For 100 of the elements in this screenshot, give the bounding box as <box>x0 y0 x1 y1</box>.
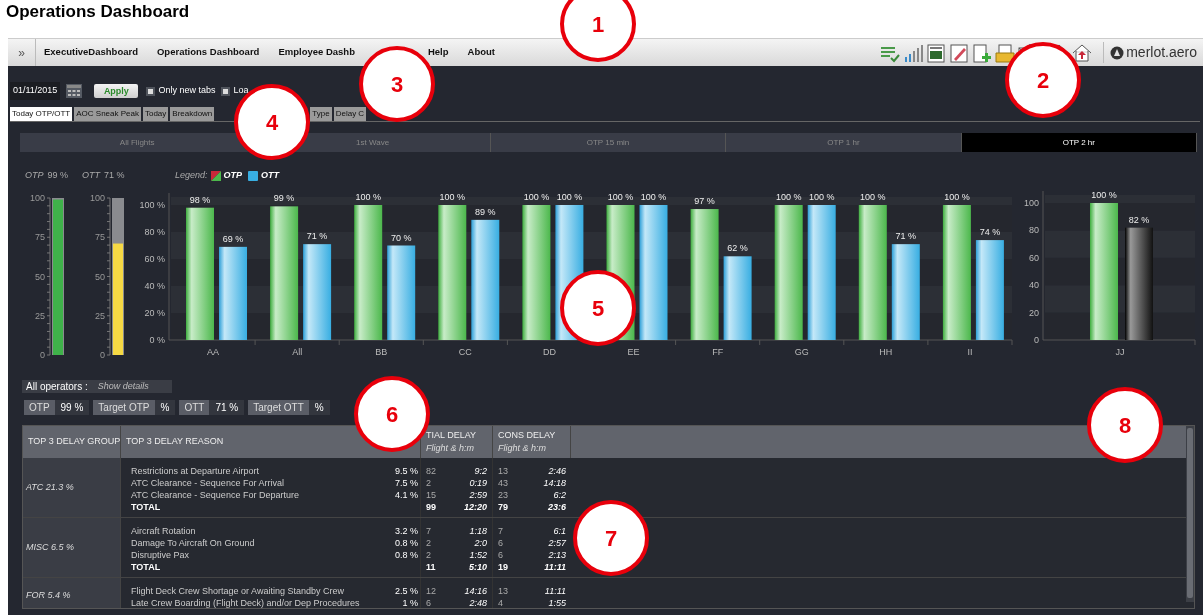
gauge-reading: 99 % <box>47 169 69 183</box>
calendar-icon[interactable] <box>66 84 83 98</box>
delay-reason: Damage To Aircraft On Ground <box>131 537 255 549</box>
bar-value-label: 71 % <box>306 231 328 242</box>
delay-reason: ATC Clearance - Sequence For Arrival <box>131 477 284 489</box>
axis-tick-label: 0 % <box>149 335 165 345</box>
delay-time: 6:1 <box>553 525 566 537</box>
bar-value-label: 100 % <box>523 192 550 202</box>
bar-value-label: 100 % <box>775 192 802 202</box>
gauge-label: OTP <box>25 169 44 183</box>
axis-tick-label: 80 <box>1029 225 1039 236</box>
category-label: BB <box>375 347 388 357</box>
menu-item[interactable]: ExecutiveDashboard <box>44 45 138 60</box>
option-label: Loa <box>233 84 249 98</box>
bar-value-label: 70 % <box>390 232 412 243</box>
axis-tick-label: 40 % <box>144 281 165 291</box>
flight-count: 23 <box>498 489 508 501</box>
delay-time: 12:20 <box>463 501 487 513</box>
bar-value-label: 74 % <box>979 227 1001 238</box>
gauge-tick-label: 50 <box>95 271 105 282</box>
bar-value-label: 97 % <box>694 196 715 207</box>
edit-document-icon[interactable] <box>949 42 970 63</box>
gauge-tick-label: 50 <box>35 271 45 282</box>
menu-item[interactable]: Operations Dashboard <box>157 45 260 60</box>
delay-time: 11:11 <box>544 585 566 597</box>
spreadsheet-icon[interactable] <box>926 42 947 63</box>
category-label: HH <box>879 347 893 357</box>
flight-count: 7 <box>426 525 431 537</box>
flight-count: 11 <box>426 561 436 573</box>
delay-group: FOR 5.4 % <box>26 588 71 603</box>
checkbox[interactable] <box>221 86 231 96</box>
delay-time: 0:19 <box>469 477 487 489</box>
stat-value: 99 % <box>59 401 85 415</box>
checkbox[interactable] <box>146 86 156 96</box>
delay-time: 1:55 <box>548 597 566 608</box>
axis-tick-label: 60 % <box>144 254 165 264</box>
delay-share: 3.2 % <box>395 525 418 537</box>
tab[interactable]: Type <box>310 107 332 121</box>
tab[interactable]: Delay C <box>333 107 367 121</box>
category-label: AA <box>207 347 220 357</box>
flight-count: 19 <box>498 561 508 573</box>
bar-value-label: 100 % <box>439 192 466 202</box>
category-label: JJ <box>1115 347 1125 357</box>
gauge-tick-label: 25 <box>95 310 105 321</box>
flight-count: 13 <box>498 465 508 477</box>
stat-value: % <box>159 401 171 415</box>
add-document-icon[interactable] <box>972 42 993 63</box>
category-label: FF <box>712 347 724 357</box>
delay-time: 2:0 <box>474 537 487 549</box>
delay-share: 1 % <box>402 597 418 608</box>
flight-count: 6 <box>426 597 431 608</box>
delay-share: 0.8 % <box>395 537 418 549</box>
gauge-label: OTT <box>82 169 101 183</box>
gauge-tick-label: 100 <box>29 193 45 203</box>
axis-tick-label: 80 % <box>144 227 165 237</box>
stat-label: Target OTT <box>248 400 309 415</box>
delay-group: ATC 21.3 % <box>26 480 74 495</box>
delay-time: 2:57 <box>548 537 566 549</box>
home-upload-icon[interactable] <box>1072 42 1093 63</box>
signal-icon[interactable] <box>903 42 924 63</box>
menu-item[interactable]: About <box>467 45 495 60</box>
column-title: TOP 3 DELAY REASON <box>126 435 225 449</box>
delay-time: 6:2 <box>553 489 566 501</box>
flight-count: 2 <box>426 549 431 561</box>
filter-tab[interactable]: OTP 2 hr <box>961 133 1198 152</box>
tab[interactable]: AOC Sneak Peak <box>74 107 141 121</box>
gauge-tick-label: 0 <box>100 350 105 360</box>
inbox-icon[interactable] <box>995 42 1016 63</box>
flight-count: 2 <box>426 537 431 549</box>
tab[interactable]: Today <box>142 107 169 121</box>
axis-tick-label: 40 <box>1029 280 1039 291</box>
scrollbar[interactable] <box>1186 426 1194 602</box>
delay-share: 0.8 % <box>395 549 418 561</box>
delay-time: 2:46 <box>548 465 566 477</box>
delay-reason: Flight Deck Crew Shortage or Awaiting Standby Crew <box>131 585 344 597</box>
gauge-tick-label: 75 <box>35 232 45 243</box>
flight-count: 6 <box>498 537 503 549</box>
date-field[interactable]: 01/11/2015 <box>10 82 61 100</box>
axis-tick-label: 60 <box>1029 252 1039 263</box>
tab[interactable]: Breakdown <box>170 107 215 121</box>
delay-time: 2:48 <box>469 597 487 608</box>
delay-time: 5:10 <box>469 561 487 573</box>
delay-time: 23:6 <box>548 501 566 513</box>
bar-value-label: 98 % <box>189 194 211 205</box>
category-label: EE <box>627 347 640 357</box>
tab[interactable]: Today OTP/OTT <box>10 107 73 121</box>
delay-time: 14:18 <box>543 477 566 489</box>
gauge-reading: 71 % <box>104 169 125 183</box>
bar-value-label: 71 % <box>895 231 917 242</box>
column-subtitle: Flight & h:m <box>498 442 547 455</box>
page-title: Operations Dashboard <box>6 2 190 21</box>
flight-count: 13 <box>498 585 508 597</box>
menu-item[interactable]: Employee Dashb <box>278 45 355 60</box>
delay-share: 2.5 % <box>395 585 418 597</box>
legend-swatch <box>210 171 221 181</box>
show-details-link[interactable]: Show details <box>97 379 149 394</box>
flight-count: 4 <box>498 597 503 608</box>
operators-label: All operators : <box>26 380 88 394</box>
category-label: DD <box>542 347 556 357</box>
delay-share: 9.5 % <box>395 465 418 477</box>
